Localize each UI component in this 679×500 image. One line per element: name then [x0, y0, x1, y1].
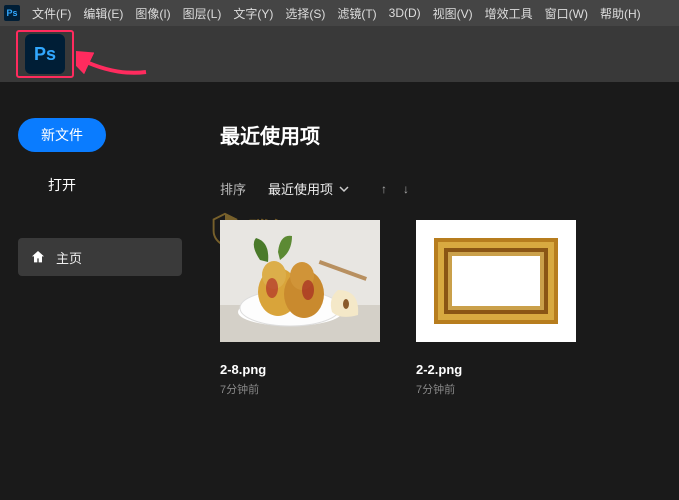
file-name: 2-8.png [220, 362, 380, 377]
sort-asc-icon[interactable]: ↑ [381, 182, 387, 196]
menu-3d[interactable]: 3D(D) [389, 6, 421, 20]
top-bar: Ps [0, 26, 679, 82]
nav-home-label: 主页 [56, 248, 82, 267]
sidebar: 新文件 打开 主页 [0, 82, 200, 500]
menu-image[interactable]: 图像(I) [135, 5, 170, 22]
main-panel: 最近使用项 排序 最近使用项 ↑ ↓ T 腾轩网 TENGXUANWANG [200, 82, 679, 500]
menu-view[interactable]: 视图(V) [433, 5, 473, 22]
menu-bar: Ps 文件(F) 编辑(E) 图像(I) 图层(L) 文字(Y) 选择(S) 滤… [0, 0, 679, 26]
ps-home-highlight-box: Ps [16, 30, 74, 78]
recent-file-card[interactable]: 2-2.png 7分钟前 [416, 220, 576, 397]
new-file-button[interactable]: 新文件 [18, 118, 106, 152]
ps-home-icon[interactable]: Ps [25, 34, 65, 74]
sort-dropdown[interactable]: 最近使用项 [268, 179, 349, 198]
menu-edit[interactable]: 编辑(E) [83, 5, 123, 22]
sort-row: 排序 最近使用项 ↑ ↓ [220, 179, 679, 198]
file-time: 7分钟前 [416, 381, 576, 397]
menu-select[interactable]: 选择(S) [285, 5, 325, 22]
file-time: 7分钟前 [220, 381, 380, 397]
thumbnail [220, 220, 380, 342]
menu-filter[interactable]: 滤镜(T) [337, 5, 376, 22]
sort-value: 最近使用项 [268, 179, 333, 198]
file-name: 2-2.png [416, 362, 576, 377]
thumbnail [416, 220, 576, 342]
menu-file[interactable]: 文件(F) [32, 5, 71, 22]
menu-layer[interactable]: 图层(L) [183, 5, 222, 22]
recent-title: 最近使用项 [220, 120, 679, 149]
sort-desc-icon[interactable]: ↓ [403, 182, 409, 196]
open-button[interactable]: 打开 [18, 168, 106, 202]
menu-plugins[interactable]: 增效工具 [485, 5, 533, 22]
recent-file-card[interactable]: 2-8.png 7分钟前 [220, 220, 380, 397]
recent-files-grid: 2-8.png 7分钟前 2-2.png 7分钟前 [220, 220, 679, 397]
nav-home[interactable]: 主页 [18, 238, 182, 276]
menu-type[interactable]: 文字(Y) [233, 5, 273, 22]
home-icon [30, 249, 46, 265]
chevron-down-icon [339, 184, 349, 194]
sort-label: 排序 [220, 179, 246, 198]
ps-mini-icon: Ps [4, 5, 20, 21]
menu-help[interactable]: 帮助(H) [600, 5, 641, 22]
menu-window[interactable]: 窗口(W) [545, 5, 588, 22]
